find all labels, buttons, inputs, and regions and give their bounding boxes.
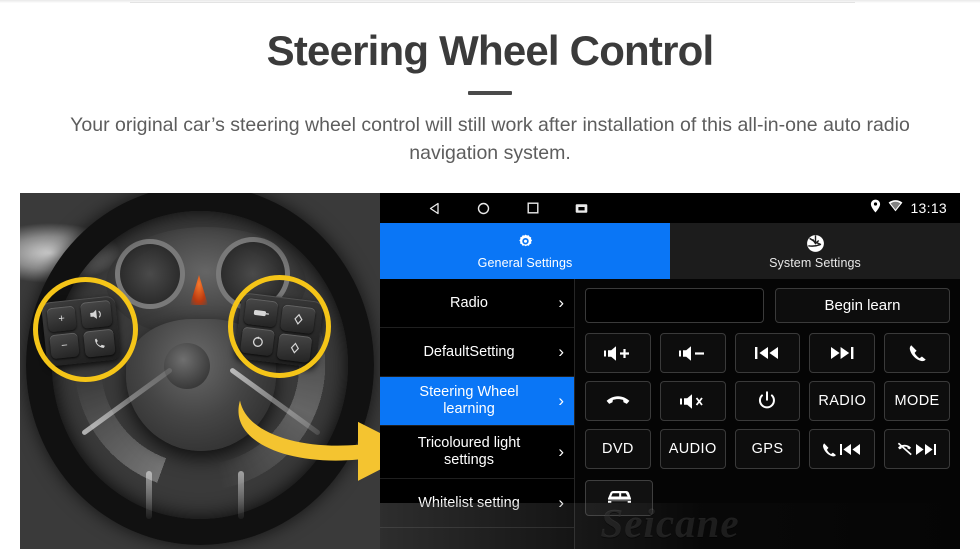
android-nav-buttons [427, 201, 589, 216]
android-status-bar: 13:13 [380, 193, 960, 223]
menu-item-label: Steering Wheel learning [419, 384, 519, 417]
page-root: Steering Wheel Control Your original car… [0, 0, 980, 549]
hangup-next-button[interactable] [884, 429, 950, 469]
chevron-right-icon: › [558, 293, 564, 313]
page-title: Steering Wheel Control [266, 27, 715, 74]
steering-wheel-photo: + − [20, 193, 380, 549]
settings-tabbar: General Settings System Settings [380, 223, 960, 279]
mute-button[interactable] [659, 381, 726, 421]
learn-key-input[interactable] [585, 288, 764, 323]
page-subtitle: Your original car’s steering wheel contr… [70, 114, 910, 164]
volume-up-button[interactable] [585, 333, 651, 373]
wheel-spoke-lower-right [238, 471, 244, 519]
settings-body: Radio › DefaultSetting › Steering Wheel … [380, 279, 960, 549]
menu-item-label: Whitelist setting [418, 494, 520, 511]
tab-system-settings[interactable]: System Settings [670, 223, 960, 279]
recents-icon[interactable] [525, 201, 540, 216]
panel-bottom-bar [585, 478, 950, 518]
audio-button[interactable]: AUDIO [659, 429, 726, 469]
menu-item-default-setting[interactable]: DefaultSetting › [380, 328, 574, 377]
head-unit-screen: 13:13 General Settings System Settings R… [380, 193, 960, 549]
page-header: Steering Wheel Control Your original car… [0, 27, 980, 168]
gps-button[interactable]: GPS [734, 429, 801, 469]
radio-button[interactable]: RADIO [809, 381, 876, 421]
tab-system-settings-label: System Settings [769, 255, 861, 270]
location-pin-icon [870, 199, 881, 218]
top-divider [0, 0, 980, 3]
car-icon [606, 486, 633, 511]
chevron-right-icon: › [558, 342, 564, 362]
screenshot-icon[interactable] [574, 201, 589, 216]
chevron-right-icon: › [558, 442, 564, 462]
media-strip: + − 13:13 General Settings System Settin… [20, 193, 960, 549]
previous-track-button[interactable] [734, 333, 801, 373]
menu-item-label: Radio [450, 294, 488, 311]
wheel-spoke-lower-left [146, 471, 152, 519]
car-icon-button[interactable] [585, 480, 653, 516]
call-previous-button[interactable] [809, 429, 876, 469]
tab-general-settings[interactable]: General Settings [380, 223, 670, 279]
menu-item-tricoloured-light-settings[interactable]: Tricoloured light settings › [380, 426, 574, 479]
highlight-circle-left [33, 277, 138, 382]
function-button-grid: RADIO MODE DVD AUDIO GPS [585, 333, 950, 469]
next-track-button[interactable] [809, 333, 876, 373]
dvd-button[interactable]: DVD [585, 429, 651, 469]
power-button[interactable] [734, 381, 801, 421]
volume-down-button[interactable] [659, 333, 726, 373]
begin-learn-button[interactable]: Begin learn [775, 288, 950, 323]
hang-up-button[interactable] [585, 381, 651, 421]
title-underline-rule [468, 91, 512, 96]
settings-menu-list: Radio › DefaultSetting › Steering Wheel … [380, 279, 575, 549]
chevron-right-icon: › [558, 493, 564, 513]
back-icon[interactable] [427, 201, 442, 216]
steering-wheel-learning-panel: Begin learn RADIO MODE DVD AUDIO GPS [575, 279, 960, 549]
learning-top-row: Begin learn [585, 288, 950, 323]
gear-icon [515, 233, 536, 254]
answer-call-button[interactable] [884, 333, 950, 373]
menu-item-whitelist-setting[interactable]: Whitelist setting › [380, 479, 574, 528]
status-indicators: 13:13 [870, 193, 947, 223]
airbag-emblem [164, 343, 210, 389]
tab-general-settings-label: General Settings [477, 255, 573, 270]
wifi-icon [888, 199, 903, 217]
menu-item-radio[interactable]: Radio › [380, 279, 574, 328]
home-icon[interactable] [476, 201, 491, 216]
menu-item-steering-wheel-learning[interactable]: Steering Wheel learning › [380, 377, 574, 426]
mode-button[interactable]: MODE [884, 381, 950, 421]
system-logo-icon [805, 233, 826, 254]
menu-item-label: DefaultSetting [423, 343, 515, 360]
menu-item-label: Tricoloured light settings [417, 435, 521, 468]
status-clock: 13:13 [910, 200, 947, 216]
chevron-right-icon: › [558, 391, 564, 411]
highlight-circle-right [228, 275, 331, 378]
